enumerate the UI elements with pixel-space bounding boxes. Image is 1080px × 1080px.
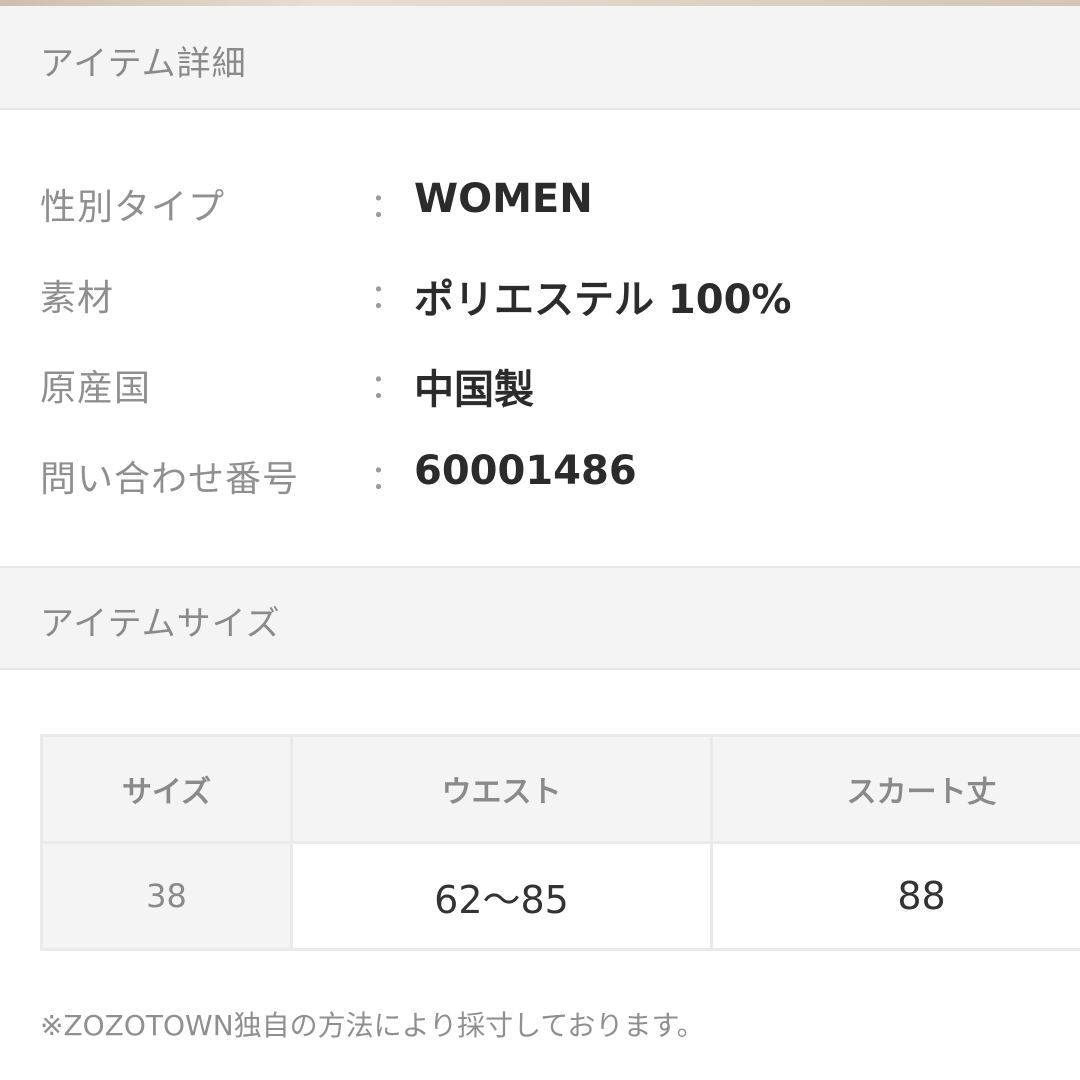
skirt-length-column-header: スカート丈 — [710, 734, 1080, 844]
detail-label: 問い合わせ番号 — [40, 459, 300, 500]
detail-value: 60001486 — [414, 448, 637, 494]
size-cell: 38 — [40, 841, 293, 951]
detail-row-material: 素材 ： ポリエステル 100% — [0, 269, 1080, 329]
item-size-header: アイテムサイズ — [0, 566, 1080, 670]
item-detail-title: アイテム詳細 — [40, 44, 247, 84]
size-column-header: サイズ — [40, 734, 293, 844]
detail-row-inquiry-number: 問い合わせ番号 ： 60001486 — [0, 448, 1080, 510]
detail-label: 原産国 — [40, 368, 152, 409]
detail-label: 性別タイプ — [40, 187, 226, 228]
detail-separator: ： — [370, 186, 404, 226]
detail-value: 中国製 — [414, 367, 534, 413]
detail-separator: ： — [370, 458, 404, 498]
skirt-length-cell: 88 — [710, 841, 1080, 951]
size-table: サイズ ウエスト スカート丈 38 62〜85 88 — [40, 734, 1080, 951]
detail-row-origin: 原産国 ： 中国製 — [0, 359, 1080, 419]
size-table-header-row: サイズ ウエスト スカート丈 — [40, 734, 1080, 844]
waist-column-header: ウエスト — [290, 734, 713, 844]
detail-value: WOMEN — [414, 176, 593, 222]
waist-cell: 62〜85 — [290, 841, 713, 951]
detail-value: ポリエステル 100% — [414, 277, 792, 323]
measurement-note: ※ZOZOTOWN独自の方法により採寸しております。 — [40, 1009, 705, 1042]
item-detail-header: アイテム詳細 — [0, 6, 1080, 110]
table-row: 38 62〜85 88 — [40, 841, 1080, 951]
detail-row-gender: 性別タイプ ： WOMEN — [0, 176, 1080, 238]
item-size-title: アイテムサイズ — [40, 604, 281, 644]
detail-separator: ： — [370, 367, 404, 407]
detail-separator: ： — [370, 277, 404, 317]
detail-label: 素材 — [40, 278, 115, 319]
